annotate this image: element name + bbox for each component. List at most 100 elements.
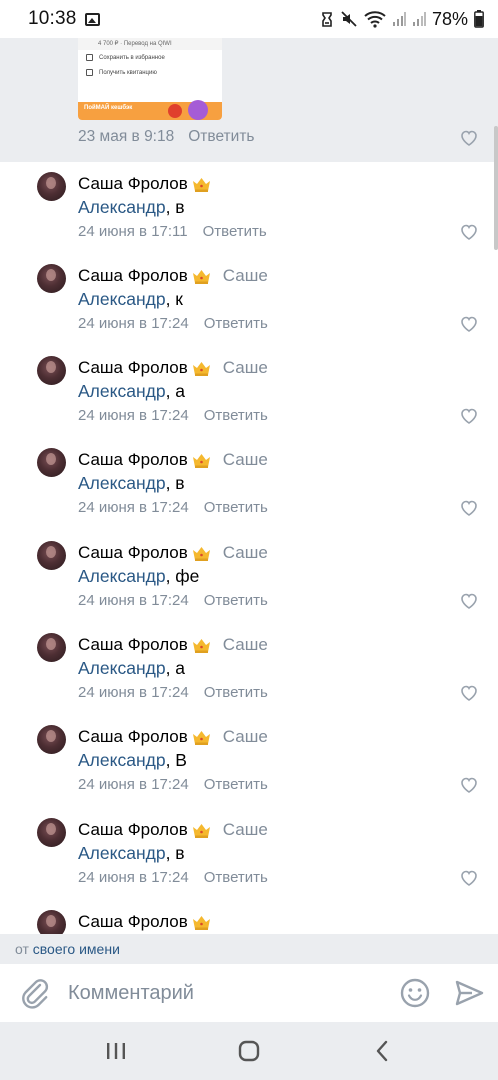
heart-icon[interactable] xyxy=(460,870,478,886)
thumb-promo-banner: ПойМАЙ кешбэк xyxy=(78,100,222,120)
avatar[interactable] xyxy=(37,633,66,662)
mention-link[interactable]: Александр xyxy=(78,843,166,863)
recent-apps-icon xyxy=(107,1043,126,1059)
comment-text: Александр, в xyxy=(78,843,185,864)
post-as-bar: от своего имени xyxy=(0,934,498,964)
avatar[interactable] xyxy=(37,725,66,754)
comment-item: Саша Фролов Александр, в 24 июня в 17:11… xyxy=(0,162,498,254)
post-as-link[interactable]: своего имени xyxy=(33,941,120,957)
comment-author[interactable]: Саша Фролов xyxy=(78,266,188,286)
avatar[interactable] xyxy=(37,818,66,847)
comments-feed[interactable]: 4 700 ₽ · Перевод на QIWI Сохранить в из… xyxy=(0,38,498,934)
comment-body: , а xyxy=(165,381,186,401)
crown-emoji-icon xyxy=(192,269,210,284)
comment-author[interactable]: Саша Фролов xyxy=(78,820,188,840)
smile-icon[interactable] xyxy=(398,976,432,1010)
banner-decoration xyxy=(168,104,182,118)
mention-link[interactable]: Александр xyxy=(78,750,166,770)
reply-to-name[interactable]: Саше xyxy=(223,727,268,747)
star-icon xyxy=(86,54,93,61)
reply-link[interactable]: Ответить xyxy=(203,223,267,240)
comment-body: , в xyxy=(165,473,185,493)
reply-link[interactable]: Ответить xyxy=(204,684,268,701)
thumb-row-receipt: Получить квитанцию xyxy=(78,65,222,80)
reply-link[interactable]: Ответить xyxy=(204,592,268,609)
receipt-icon xyxy=(86,69,93,76)
comment-date: 24 июня в 17:24 xyxy=(78,684,189,701)
mention-link[interactable]: Александр xyxy=(78,566,166,586)
heart-icon[interactable] xyxy=(460,130,478,146)
recent-apps-button[interactable] xyxy=(96,1031,136,1071)
heart-icon[interactable] xyxy=(460,316,478,332)
comment-body: , в xyxy=(165,197,185,217)
comment-date: 24 июня в 17:24 xyxy=(78,869,189,886)
reply-link[interactable]: Ответить xyxy=(204,776,268,793)
comment-author[interactable]: Саша Фролов xyxy=(78,358,188,378)
comment-meta: 24 июня в 17:11 Ответить xyxy=(78,223,267,240)
heart-icon[interactable] xyxy=(460,593,478,609)
reply-to-name[interactable]: Саше xyxy=(223,820,268,840)
reply-to-name[interactable]: Саше xyxy=(223,543,268,563)
battery-icon xyxy=(474,10,484,28)
home-button[interactable] xyxy=(229,1031,269,1071)
reply-to-name[interactable]: Саше xyxy=(223,266,268,286)
avatar[interactable] xyxy=(37,448,66,477)
reply-to-name[interactable]: Саше xyxy=(223,450,268,470)
thumb-row-favorites: Сохранить в избранное xyxy=(78,50,222,65)
send-icon[interactable] xyxy=(454,978,484,1008)
reply-link[interactable]: Ответить xyxy=(204,315,268,332)
crown-emoji-icon xyxy=(192,823,210,838)
mention-link[interactable]: Александр xyxy=(78,473,166,493)
heart-icon[interactable] xyxy=(460,777,478,793)
mention-link[interactable]: Александр xyxy=(78,289,166,309)
comment-input[interactable]: Комментарий xyxy=(68,982,398,1005)
mute-icon xyxy=(341,11,357,27)
heart-icon[interactable] xyxy=(460,500,478,516)
mention-link[interactable]: Александр xyxy=(78,197,166,217)
scrollbar[interactable] xyxy=(494,126,498,250)
comment-date: 24 июня в 17:24 xyxy=(78,776,189,793)
battery-percent: 78% xyxy=(431,8,468,29)
signal-icon-1 xyxy=(392,12,406,26)
comment-date: 24 июня в 17:24 xyxy=(78,315,189,332)
avatar[interactable] xyxy=(37,264,66,293)
reply-to-name[interactable]: Саше xyxy=(223,358,268,378)
attached-screenshot[interactable]: 4 700 ₽ · Перевод на QIWI Сохранить в из… xyxy=(78,38,222,120)
comment-meta: 24 июня в 17:24 Ответить xyxy=(78,499,268,516)
previous-comment-block: 4 700 ₽ · Перевод на QIWI Сохранить в из… xyxy=(0,38,498,162)
back-button[interactable] xyxy=(362,1031,402,1071)
avatar[interactable] xyxy=(37,910,66,934)
comment-date: 24 июня в 17:11 xyxy=(78,223,188,240)
system-nav-bar xyxy=(0,1022,498,1080)
thumb-header: 4 700 ₽ · Перевод на QIWI xyxy=(78,38,222,50)
comment-author[interactable]: Саша Фролов xyxy=(78,635,188,655)
heart-icon[interactable] xyxy=(460,685,478,701)
mention-link[interactable]: Александр xyxy=(78,381,166,401)
comment-author[interactable]: Саша Фролов xyxy=(78,450,188,470)
reply-link[interactable]: Ответить xyxy=(204,407,268,424)
mention-link[interactable]: Александр xyxy=(78,658,166,678)
comment-author[interactable]: Саша Фролов xyxy=(78,727,188,747)
comment-item: Саша Фролов Саше Александр, фе 24 июня в… xyxy=(0,531,498,623)
reply-link[interactable]: Ответить xyxy=(204,499,268,516)
comment-meta: 24 июня в 17:24 Ответить xyxy=(78,776,268,793)
comment-text: Александр, а xyxy=(78,381,185,402)
comment-author[interactable]: Саша Фролов xyxy=(78,912,188,932)
avatar[interactable] xyxy=(37,356,66,385)
comment-author[interactable]: Саша Фролов xyxy=(78,174,188,194)
comment-date: 24 июня в 17:24 xyxy=(78,407,189,424)
reply-link[interactable]: Ответить xyxy=(188,128,254,146)
comment-text: Александр, фе xyxy=(78,566,199,587)
heart-icon[interactable] xyxy=(460,408,478,424)
thumb-row-label: Сохранить в избранное xyxy=(99,54,165,61)
comment-date: 24 июня в 17:24 xyxy=(78,499,189,516)
comment-author[interactable]: Саша Фролов xyxy=(78,543,188,563)
reply-link[interactable]: Ответить xyxy=(204,869,268,886)
heart-icon[interactable] xyxy=(460,224,478,240)
avatar[interactable] xyxy=(37,541,66,570)
crown-emoji-icon xyxy=(192,638,210,653)
paperclip-icon[interactable] xyxy=(18,976,52,1010)
reply-to-name[interactable]: Саше xyxy=(223,635,268,655)
home-icon xyxy=(238,1040,260,1062)
avatar[interactable] xyxy=(37,172,66,201)
